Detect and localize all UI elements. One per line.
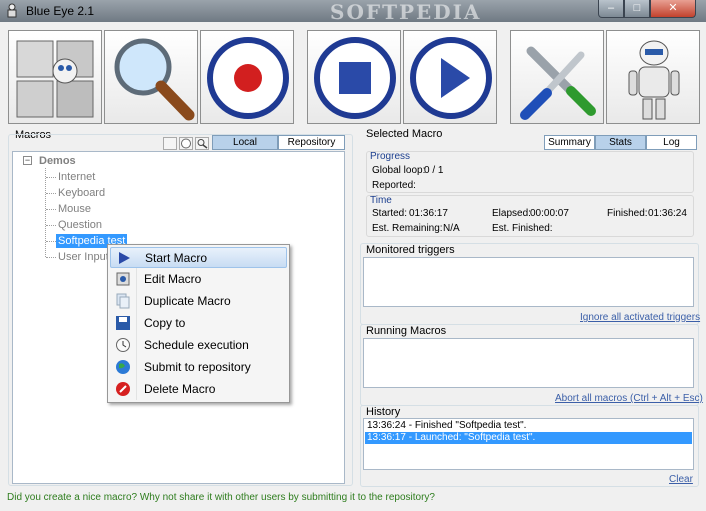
tree-item-keyboard[interactable]: Keyboard [58, 187, 105, 199]
elapsed-label: Elapsed: [492, 208, 531, 219]
play-icon [410, 37, 492, 119]
tree-branch [46, 177, 56, 178]
menu-item-duplicate-macro[interactable]: Duplicate Macro [110, 291, 287, 312]
tools-icon [520, 46, 596, 120]
delete-icon [116, 382, 130, 396]
duplicate-icon [116, 293, 130, 309]
tools-button[interactable] [510, 30, 604, 124]
stop-button[interactable] [307, 30, 401, 124]
remaining-value: N/A [443, 223, 460, 234]
title-bar: Blue Eye 2.1 SOFTPEDIA – □ ✕ [0, 0, 706, 24]
history-entry[interactable]: 13:36:24 - Finished "Softpedia test". [365, 420, 692, 432]
collapse-toggle[interactable]: − [23, 156, 32, 165]
remaining-label: Est. Remaining: [372, 223, 443, 234]
tree-branch [46, 241, 56, 242]
maximize-button[interactable]: □ [624, 0, 650, 18]
ignore-triggers-link[interactable]: Ignore all activated triggers [580, 312, 700, 323]
app-icon [7, 3, 17, 18]
macro-puzzle-button[interactable] [8, 30, 102, 124]
tab-stats[interactable]: Stats [595, 135, 646, 150]
tree-item-mouse[interactable]: Mouse [58, 203, 91, 215]
menu-label: Edit Macro [144, 272, 202, 286]
close-button[interactable]: ✕ [650, 0, 696, 18]
tree-item-question[interactable]: Question [58, 219, 102, 231]
status-message: Did you create a nice macro? Why not sha… [7, 492, 435, 503]
finished-value: 01:36:24 [648, 208, 687, 219]
menu-label: Delete Macro [144, 382, 216, 396]
play-icon [119, 252, 130, 264]
tree-root-demos[interactable]: Demos [39, 155, 76, 167]
running-macros-title: Running Macros [366, 325, 447, 337]
robot-icon [628, 40, 680, 120]
global-loop-value: 0 / 1 [424, 165, 444, 176]
macro-puzzle-icon [16, 40, 94, 118]
search-icon [197, 139, 208, 149]
monitored-triggers-list[interactable] [363, 257, 694, 307]
play-button[interactable] [403, 30, 497, 124]
clock-icon [181, 138, 191, 149]
started-value: 01:36:17 [409, 208, 448, 219]
est-finished-label: Est. Finished: [492, 223, 553, 234]
selected-macro-title: Selected Macro [366, 128, 443, 140]
tree-branch [46, 257, 56, 258]
menu-item-schedule-execution[interactable]: Schedule execution [110, 335, 287, 356]
menu-item-submit-to-repository[interactable]: Submit to repository [110, 357, 287, 378]
tab-summary[interactable]: Summary [544, 135, 595, 150]
monitored-triggers-title: Monitored triggers [366, 244, 455, 256]
menu-label: Start Macro [145, 251, 208, 265]
search-macro-button[interactable] [195, 137, 209, 150]
clear-history-link[interactable]: Clear [669, 474, 693, 485]
tab-log[interactable]: Log [646, 135, 697, 150]
tree-branch [46, 193, 56, 194]
context-menu: Start Macro Edit Macro Duplicate Macro C… [107, 244, 290, 403]
robot-button[interactable] [606, 30, 700, 124]
started-label: Started: [372, 208, 408, 219]
menu-label: Duplicate Macro [144, 294, 231, 308]
search-button[interactable] [104, 30, 198, 124]
edit-icon [116, 272, 130, 286]
tree-item-internet[interactable]: Internet [58, 171, 95, 183]
menu-label: Schedule execution [144, 338, 249, 352]
abort-macros-link[interactable]: Abort all macros (Ctrl + Alt + Esc) [555, 393, 703, 404]
reported-label: Reported: [372, 180, 416, 191]
menu-label: Submit to repository [144, 360, 251, 374]
menu-item-start-macro[interactable]: Start Macro [110, 247, 287, 268]
tree-item-user-input[interactable]: User Input [58, 251, 109, 263]
time-heading: Time [370, 195, 392, 206]
menu-label: Copy to [144, 316, 186, 330]
watermark: SOFTPEDIA [330, 0, 482, 24]
tree-line [45, 168, 46, 257]
save-icon [116, 316, 130, 330]
minimize-button[interactable]: – [598, 0, 624, 18]
tree-branch [46, 225, 56, 226]
menu-item-delete-macro[interactable]: Delete Macro [110, 379, 287, 400]
menu-item-copy-to[interactable]: Copy to [110, 313, 287, 334]
elapsed-value: 00:00:07 [530, 208, 569, 219]
tree-branch [46, 209, 56, 210]
globe-icon [116, 360, 130, 374]
record-icon [207, 37, 289, 119]
clock-icon [116, 338, 130, 352]
status-bar: Did you create a nice macro? Why not sha… [0, 488, 706, 511]
record-button[interactable] [200, 30, 294, 124]
history-entry-selected[interactable]: 13:36:17 - Launched: "Softpedia test". [365, 432, 692, 444]
tab-local[interactable]: Local [212, 135, 278, 150]
history-title: History [366, 406, 401, 418]
running-macros-list[interactable] [363, 338, 694, 388]
tab-repository[interactable]: Repository [278, 135, 345, 150]
new-macro-button[interactable] [163, 137, 177, 150]
menu-item-edit-macro[interactable]: Edit Macro [110, 269, 287, 290]
window-title: Blue Eye 2.1 [26, 4, 95, 18]
progress-heading: Progress [370, 151, 411, 162]
global-loop-label: Global loop: [372, 165, 426, 176]
stop-icon [314, 37, 396, 119]
finished-label: Finished: [607, 208, 648, 219]
magnifier-icon [114, 38, 195, 121]
clock-filter-button[interactable] [179, 137, 193, 150]
